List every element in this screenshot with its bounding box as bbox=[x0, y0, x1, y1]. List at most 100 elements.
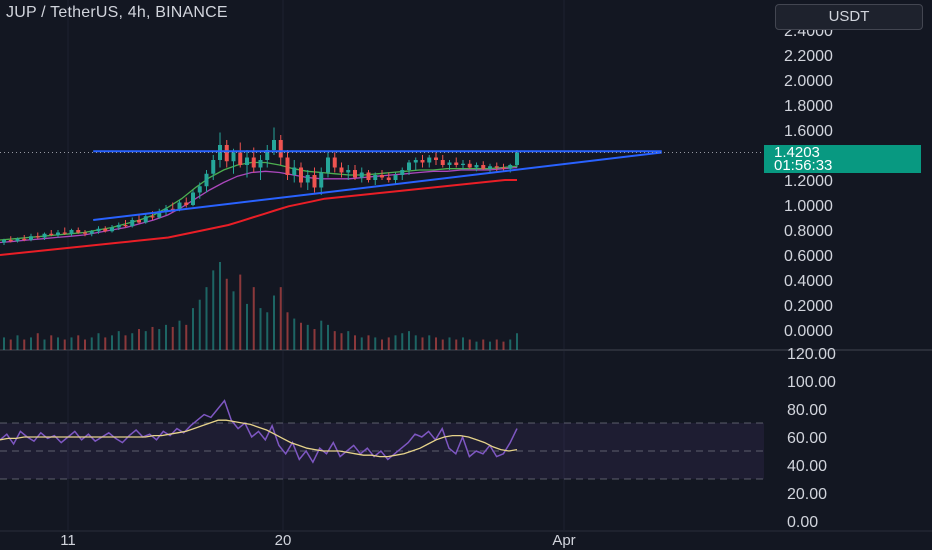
candle-body bbox=[339, 167, 344, 173]
bar-countdown: 01:56:33 bbox=[774, 157, 833, 174]
volume-bar bbox=[259, 308, 262, 350]
volume-bar bbox=[387, 337, 390, 350]
candle-body bbox=[434, 157, 438, 160]
volume-bar bbox=[286, 312, 289, 350]
price-axis-label: 1.0000 bbox=[784, 198, 833, 215]
volume-bar bbox=[90, 337, 93, 350]
volume-bar bbox=[205, 287, 208, 350]
currency-button[interactable]: USDT bbox=[775, 4, 923, 30]
candle-body bbox=[62, 232, 67, 234]
volume-bar bbox=[117, 331, 120, 350]
candle-body bbox=[299, 167, 303, 183]
volume-bar bbox=[327, 324, 329, 350]
candle-body bbox=[346, 170, 351, 173]
candle-body bbox=[251, 157, 256, 168]
volume-bar bbox=[84, 339, 86, 350]
candle-body bbox=[332, 157, 337, 168]
candle-body bbox=[440, 160, 445, 165]
candle-body bbox=[89, 231, 94, 234]
candle-body bbox=[359, 172, 364, 178]
price-axis-label: 0.0000 bbox=[784, 323, 833, 340]
candle-body bbox=[143, 216, 148, 223]
volume-bar bbox=[266, 312, 269, 350]
volume-bar bbox=[313, 329, 316, 350]
candle-body bbox=[211, 160, 216, 174]
volume-bar bbox=[300, 322, 302, 350]
volume-bar bbox=[394, 335, 397, 350]
time-axis-label: Apr bbox=[552, 532, 575, 549]
candle-body bbox=[461, 163, 465, 165]
candle-body bbox=[420, 160, 425, 163]
volume-bar bbox=[489, 341, 491, 350]
volume-bar bbox=[475, 341, 478, 350]
volume-bar bbox=[144, 331, 147, 350]
candle-body bbox=[278, 140, 283, 158]
rsi-axis-label: 60.00 bbox=[787, 430, 827, 447]
candle-body bbox=[123, 225, 128, 227]
volume-bar bbox=[252, 287, 255, 350]
volume-bar bbox=[333, 331, 336, 350]
volume-bar bbox=[225, 278, 228, 350]
volume-bar bbox=[306, 324, 309, 350]
price-axis-label: 0.2000 bbox=[784, 298, 833, 315]
rsi-axis-label: 100.00 bbox=[787, 374, 836, 391]
candle-body bbox=[312, 175, 317, 188]
volume-bar bbox=[509, 339, 512, 350]
candle-body bbox=[305, 175, 310, 183]
candle-body bbox=[501, 167, 506, 169]
price-axis-label: 1.6000 bbox=[784, 123, 833, 140]
candle-body bbox=[488, 166, 492, 169]
volume-bar bbox=[158, 329, 161, 350]
volume-bar bbox=[246, 303, 248, 350]
volume-bar bbox=[293, 318, 296, 350]
candle-body bbox=[258, 160, 263, 168]
volume-bar bbox=[212, 270, 215, 350]
candle-body bbox=[130, 220, 135, 227]
volume-bar bbox=[111, 335, 113, 350]
volume-bar bbox=[502, 341, 505, 350]
candle-body bbox=[373, 175, 378, 180]
volume-bar bbox=[468, 339, 471, 350]
candle-body bbox=[407, 162, 411, 170]
candle-body bbox=[110, 227, 114, 232]
volume-bar bbox=[435, 337, 437, 350]
volume-bar bbox=[9, 339, 12, 350]
volume-bar bbox=[414, 335, 417, 350]
chart-canvas[interactable]: 2.40002.20002.00001.80001.60001.20001.00… bbox=[0, 0, 932, 550]
volume-bar bbox=[192, 308, 194, 350]
volume-bar bbox=[279, 287, 282, 350]
candle-body bbox=[353, 170, 357, 178]
rsi-axis-label: 20.00 bbox=[787, 486, 827, 503]
candle-body bbox=[238, 152, 243, 165]
volume-bar bbox=[57, 337, 59, 350]
candle-body bbox=[231, 152, 236, 162]
volume-bar bbox=[198, 299, 201, 350]
candle-body bbox=[56, 232, 60, 235]
time-axis-label: 20 bbox=[275, 532, 292, 549]
candle-body bbox=[224, 145, 229, 162]
volume-bar bbox=[340, 333, 343, 350]
candle-body bbox=[8, 240, 13, 242]
rsi-axis-label: 120.00 bbox=[787, 346, 836, 363]
volume-bar bbox=[428, 335, 431, 350]
candle-body bbox=[427, 157, 432, 163]
trendline-support bbox=[93, 151, 662, 221]
candle-body bbox=[15, 238, 20, 242]
candle-body bbox=[508, 165, 513, 169]
volume-bar bbox=[50, 335, 53, 350]
candle-body bbox=[292, 167, 297, 175]
candle-body bbox=[467, 163, 472, 168]
candle-body bbox=[413, 160, 418, 163]
candle-body bbox=[481, 165, 486, 169]
volume-bar bbox=[77, 335, 80, 350]
volume-bar bbox=[131, 333, 134, 350]
volume-bar bbox=[3, 337, 5, 350]
volume-bars bbox=[3, 262, 518, 350]
volume-bar bbox=[360, 337, 363, 350]
candle-body bbox=[42, 233, 47, 238]
candle-body bbox=[76, 230, 81, 233]
volume-bar bbox=[441, 339, 444, 350]
volume-bar bbox=[354, 335, 356, 350]
rsi-axis-label: 80.00 bbox=[787, 402, 827, 419]
trendlines[interactable] bbox=[0, 150, 764, 221]
